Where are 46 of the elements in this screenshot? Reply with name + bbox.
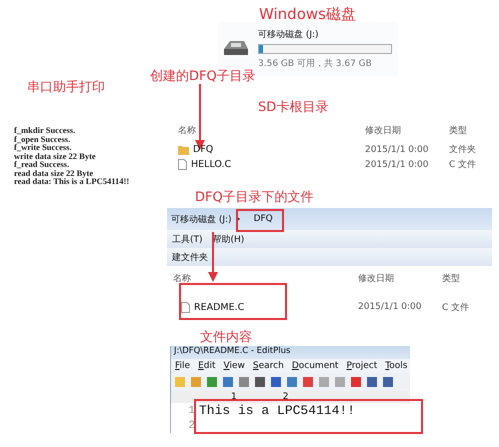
annotation: DFQ子目录下的文件 (195, 189, 314, 206)
ruler-number: 2 (282, 392, 288, 402)
date-cell-text: 2015/1/1 0:00 (358, 302, 422, 312)
column-header[interactable]: 修改日期 (365, 124, 449, 136)
menu-item[interactable]: Document (292, 361, 338, 371)
column-header[interactable]: 名称 (173, 272, 358, 284)
path-segment[interactable]: DFQ (244, 211, 283, 227)
free-space: 3.56 GB 可用，共 3.67 GB (258, 58, 373, 70)
code-line: This is a LPC54114!! (199, 403, 356, 418)
address-bar[interactable]: 可移动磁盘 (J:) DFQ (167, 208, 492, 230)
annotation: 文件内容 (200, 329, 252, 346)
menu-item[interactable]: View (224, 361, 245, 371)
date-cell-text: 2015/1/1 0:00 (365, 160, 430, 170)
date-cell-text: 2015/1/1 0:00 (365, 144, 430, 154)
column-header[interactable]: 类型 (449, 124, 499, 136)
annotation: Windows磁盘 (259, 5, 356, 24)
file-name: README.C (194, 302, 244, 312)
type-cell-text: C 文件 (442, 302, 470, 314)
annotation: 创建的DFQ子目录 (150, 68, 256, 85)
annotation: SD卡根目录 (258, 99, 328, 116)
line-number: 2 (187, 420, 196, 432)
menu-item[interactable]: File (175, 361, 190, 371)
annotation: 串口助手打印 (27, 79, 105, 96)
type-cell-text: C 文件 (449, 158, 478, 171)
console-output: f_mkdir Success. f_open Success. f_write Success. write data size 22 Byte f_read Success. read data size 22 Byte read data: This is a LPC54114!! (14, 126, 130, 186)
ruler-number: 1 (231, 392, 237, 402)
column-header[interactable]: 名称 (178, 124, 365, 136)
file-name: DFQ (193, 144, 214, 155)
menu-item[interactable]: Tools (385, 361, 408, 371)
menu-item[interactable]: Search (252, 361, 284, 371)
type-cell-text: 文件夹 (449, 144, 477, 156)
window-title: J:\DFQ\README.C - EditPlus (171, 346, 410, 359)
file-row[interactable]: HELLO.C 2015/1/1 0:00 C 文件 (172, 157, 499, 172)
column-header[interactable]: 类型 (442, 272, 492, 284)
column-header[interactable]: 修改日期 (358, 272, 442, 284)
menu-item[interactable]: Edit (198, 361, 216, 371)
file-row[interactable]: DFQ 2015/1/1 0:00 文件夹 (172, 142, 499, 157)
menu-item[interactable]: 工具(T) (172, 232, 203, 246)
line-number: 1 (187, 404, 196, 416)
menu-item[interactable]: Project (346, 361, 378, 371)
menu-item[interactable]: 帮助(H) (212, 232, 244, 246)
file-name: HELLO.C (191, 159, 232, 170)
path-segment[interactable]: 可移动磁盘 (J:) (171, 212, 232, 226)
drive-name: 可移动磁盘 (J:) (258, 28, 320, 41)
toolbar-button[interactable]: 建文件夹 (172, 250, 208, 264)
file-row[interactable]: README.C (173, 296, 281, 318)
